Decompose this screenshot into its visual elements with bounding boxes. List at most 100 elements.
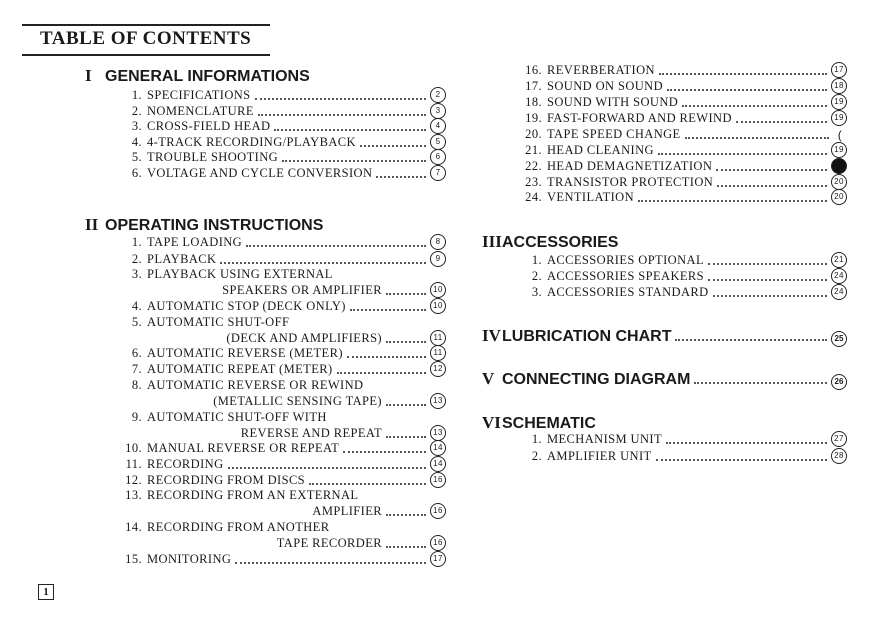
- page-ref[interactable]: 21: [831, 252, 847, 268]
- page-ref[interactable]: 6: [430, 149, 446, 165]
- toc-entry[interactable]: 22. HEAD DEMAGNETIZATION ●: [520, 158, 847, 174]
- section-heading[interactable]: I GENERAL INFORMATIONS: [85, 66, 310, 86]
- page-ref[interactable]: 25: [831, 331, 847, 347]
- toc-entry[interactable]: TAPE RECORDER 16: [120, 535, 446, 551]
- toc-entry[interactable]: 23. TRANSISTOR PROTECTION 20: [520, 174, 847, 190]
- section-heading[interactable]: VI SCHEMATIC: [482, 413, 596, 433]
- dot-leader: [716, 169, 827, 171]
- entry-number: 17.: [525, 79, 542, 93]
- page-ref[interactable]: 14: [430, 456, 446, 472]
- entry-title: VENTILATION: [547, 190, 635, 204]
- page-ref[interactable]: 7: [430, 165, 446, 181]
- toc-entry[interactable]: 14. RECORDING FROM ANOTHER: [120, 520, 446, 535]
- toc-entry[interactable]: 1. MECHANISM UNIT 27: [520, 431, 847, 447]
- toc-entry[interactable]: 8. AUTOMATIC REVERSE OR REWIND: [120, 378, 446, 393]
- section-heading[interactable]: II OPERATING INSTRUCTIONS: [85, 215, 323, 235]
- page-ref[interactable]: 10: [430, 298, 446, 314]
- page-ref[interactable]: 12: [430, 361, 446, 377]
- page-ref[interactable]: 24: [831, 284, 847, 300]
- toc-entry[interactable]: 6. VOLTAGE AND CYCLE CONVERSION 7: [120, 165, 446, 181]
- dot-leader: [349, 309, 426, 311]
- toc-entry[interactable]: 3. CROSS-FIELD HEAD 4: [120, 118, 446, 134]
- toc-entry[interactable]: 16. REVERBERATION 17: [520, 62, 847, 78]
- section-heading[interactable]: IV LUBRICATION CHART 25: [482, 326, 847, 347]
- entry-title: TROUBLE SHOOTING: [147, 150, 279, 164]
- toc-entry[interactable]: 1. SPECIFICATIONS 2: [120, 87, 446, 103]
- toc-entry[interactable]: 5. TROUBLE SHOOTING 6: [120, 149, 446, 165]
- toc-entry[interactable]: 10. MANUAL REVERSE OR REPEAT 14: [120, 440, 446, 456]
- toc-entry[interactable]: 9. AUTOMATIC SHUT-OFF WITH: [120, 410, 446, 425]
- page-ref[interactable]: 27: [831, 431, 847, 447]
- toc-entry[interactable]: 11. RECORDING 14: [120, 456, 446, 472]
- toc-entry[interactable]: SPEAKERS OR AMPLIFIER 10: [120, 282, 446, 298]
- toc-entry[interactable]: 3. PLAYBACK USING EXTERNAL: [120, 267, 446, 282]
- page-ref[interactable]: ●: [831, 158, 847, 174]
- toc-entry[interactable]: 3. ACCESSORIES STANDARD 24: [520, 284, 847, 300]
- toc-entry[interactable]: 2. AMPLIFIER UNIT 28: [520, 448, 847, 464]
- page-ref[interactable]: 2: [430, 87, 446, 103]
- page-ref[interactable]: 16: [430, 472, 446, 488]
- toc-entry[interactable]: 17. SOUND ON SOUND 18: [520, 78, 847, 94]
- toc-entry[interactable]: 6. AUTOMATIC REVERSE (METER) 11: [120, 345, 446, 361]
- page-ref[interactable]: 26: [831, 374, 847, 390]
- toc-entry[interactable]: 13. RECORDING FROM AN EXTERNAL: [120, 488, 446, 503]
- page-ref[interactable]: 19: [831, 110, 847, 126]
- page-ref[interactable]: 17: [430, 551, 446, 567]
- page-ref[interactable]: 19: [831, 94, 847, 110]
- toc-entry[interactable]: 15. MONITORING 17: [120, 551, 446, 567]
- dot-leader: [336, 372, 426, 374]
- page-ref[interactable]: (: [833, 128, 847, 142]
- toc-entry[interactable]: 4. 4-TRACK RECORDING/PLAYBACK 5: [120, 134, 446, 150]
- toc-entry[interactable]: REVERSE AND REPEAT 13: [120, 425, 446, 441]
- page-ref[interactable]: 24: [831, 268, 847, 284]
- toc-entry[interactable]: 12. RECORDING FROM DISCS 16: [120, 472, 446, 488]
- toc-entry[interactable]: 20. TAPE SPEED CHANGE (: [520, 127, 847, 142]
- page-ref[interactable]: 17: [831, 62, 847, 78]
- page-ref[interactable]: 16: [430, 503, 446, 519]
- dot-leader: [707, 263, 827, 265]
- toc-entry[interactable]: 21. HEAD CLEANING 19: [520, 142, 847, 158]
- entry-number: 11.: [125, 457, 142, 471]
- section-heading[interactable]: III ACCESSORIES: [482, 232, 618, 252]
- page-ref[interactable]: 14: [430, 440, 446, 456]
- section-heading[interactable]: V CONNECTING DIAGRAM 26: [482, 369, 847, 390]
- page-ref[interactable]: 20: [831, 174, 847, 190]
- page-ref[interactable]: 10: [430, 282, 446, 298]
- toc-entry[interactable]: (DECK AND AMPLIFIERS) 11: [120, 330, 446, 346]
- toc-entry[interactable]: 2. ACCESSORIES SPEAKERS 24: [520, 268, 847, 284]
- toc-entry[interactable]: (METALLIC SENSING TAPE) 13: [120, 393, 446, 409]
- page-ref[interactable]: 28: [831, 448, 847, 464]
- page-ref[interactable]: 5: [430, 134, 446, 150]
- toc-entry[interactable]: 1. TAPE LOADING 8: [120, 234, 446, 250]
- entry-number: 1.: [131, 88, 142, 102]
- page-ref[interactable]: 11: [430, 345, 446, 361]
- toc-entry[interactable]: 24. VENTILATION 20: [520, 189, 847, 205]
- dot-leader: [359, 145, 426, 147]
- entry-number: 24.: [525, 190, 542, 204]
- page-ref[interactable]: 8: [430, 234, 446, 250]
- entry-number: 2.: [531, 269, 542, 283]
- page-ref[interactable]: 11: [430, 330, 446, 346]
- toc-entry[interactable]: AMPLIFIER 16: [120, 503, 446, 519]
- page-ref[interactable]: 19: [831, 142, 847, 158]
- entry-title: SOUND ON SOUND: [547, 79, 664, 93]
- page-ref[interactable]: 13: [430, 425, 446, 441]
- page-ref[interactable]: 3: [430, 103, 446, 119]
- toc-entry[interactable]: 5. AUTOMATIC SHUT-OFF: [120, 315, 446, 330]
- toc-entry[interactable]: 18. SOUND WITH SOUND 19: [520, 94, 847, 110]
- toc-entry[interactable]: 19. FAST-FORWARD AND REWIND 19: [520, 110, 847, 126]
- toc-entry[interactable]: 1. ACCESSORIES OPTIONAL 21: [520, 252, 847, 268]
- toc-entry[interactable]: 4. AUTOMATIC STOP (DECK ONLY) 10: [120, 298, 446, 314]
- toc-entry[interactable]: 2. PLAYBACK 9: [120, 251, 446, 267]
- entry-number: 9.: [131, 410, 142, 424]
- page-ref[interactable]: 16: [430, 535, 446, 551]
- toc-entry[interactable]: 2. NOMENCLATURE 3: [120, 103, 446, 119]
- page-ref[interactable]: 4: [430, 118, 446, 134]
- roman-numeral: V: [482, 369, 495, 388]
- page-ref[interactable]: 13: [430, 393, 446, 409]
- page-ref[interactable]: 18: [831, 78, 847, 94]
- page-ref[interactable]: 20: [831, 189, 847, 205]
- page-ref[interactable]: 9: [430, 251, 446, 267]
- toc-entry[interactable]: 7. AUTOMATIC REPEAT (METER) 12: [120, 361, 446, 377]
- entry-number: 4.: [131, 135, 142, 149]
